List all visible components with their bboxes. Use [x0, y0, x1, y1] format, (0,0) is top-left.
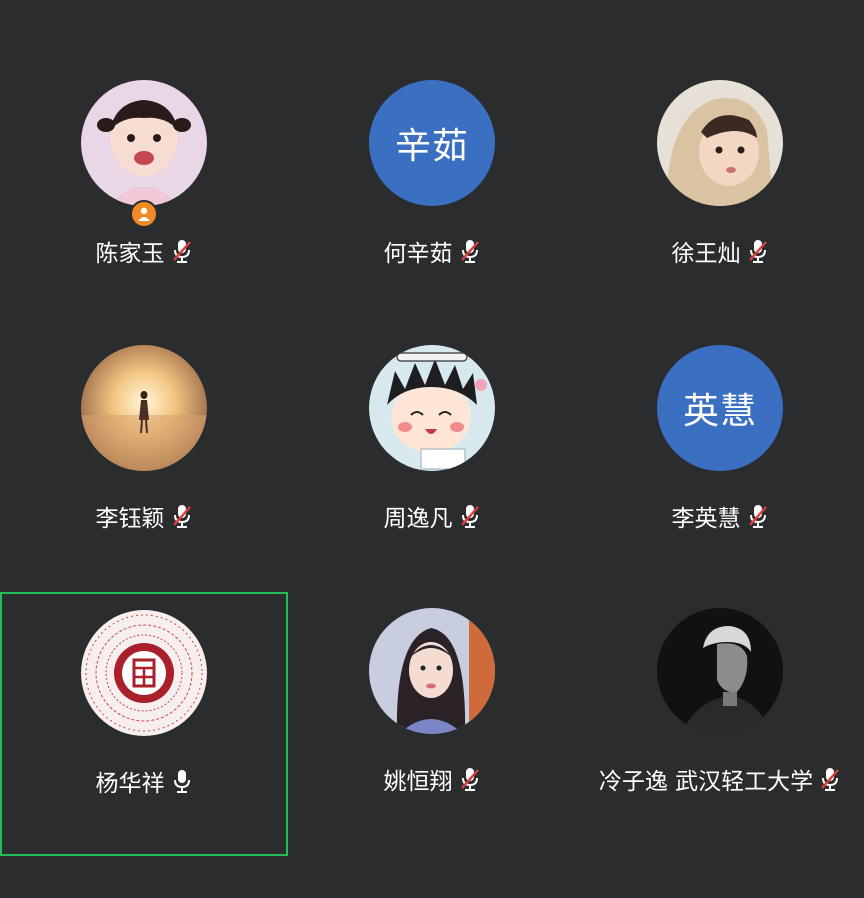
- seal-emblem-avatar: [81, 610, 207, 736]
- mic-muted-icon[interactable]: [747, 503, 769, 529]
- woman-photo-avatar: [369, 608, 495, 734]
- participant-name: 李钰颖: [95, 506, 165, 532]
- text-avatar: 英慧: [657, 345, 783, 471]
- participant-name-row: 周逸凡: [288, 499, 576, 533]
- host-badge-icon: [130, 200, 158, 228]
- mic-muted-icon[interactable]: [171, 238, 193, 264]
- participant-grid: 陈家玉 辛茹 何辛茹 徐王灿 李钰颖 周逸凡 英慧 李英慧 杨华祥 姚恒翔 冷子…: [0, 0, 864, 898]
- participant-name-row: 何辛茹: [288, 234, 576, 268]
- participant-tile[interactable]: 英慧 李英慧: [576, 345, 864, 609]
- cartoon-girl-avatar: [369, 345, 495, 471]
- mic-muted-icon[interactable]: [459, 238, 481, 264]
- participant-name: 冷子逸 武汉轻工大学: [598, 769, 814, 795]
- participant-name-row: 陈家玉: [0, 234, 288, 268]
- mic-muted-icon[interactable]: [747, 238, 769, 264]
- participant-tile[interactable]: 徐王灿: [576, 80, 864, 344]
- participant-name: 何辛茹: [383, 241, 453, 267]
- participant-name: 杨华祥: [95, 771, 165, 797]
- sunset-silhouette-avatar: [81, 345, 207, 471]
- participant-tile[interactable]: 李钰颖: [0, 345, 288, 609]
- participant-name-row: 李英慧: [576, 499, 864, 533]
- participant-name-row: 李钰颖: [0, 499, 288, 533]
- mic-muted-icon[interactable]: [459, 503, 481, 529]
- participant-name-row: 徐王灿: [576, 234, 864, 268]
- participant-name: 周逸凡: [383, 506, 453, 532]
- man-monochrome-avatar: [657, 608, 783, 734]
- participant-tile[interactable]: 周逸凡: [288, 345, 576, 609]
- participant-tile[interactable]: 冷子逸 武汉轻工大学: [576, 608, 864, 872]
- mic-on-icon[interactable]: [171, 768, 193, 794]
- girl-photo-avatar: [81, 80, 207, 206]
- child-photo-avatar: [657, 80, 783, 206]
- participant-name-row: 杨华祥: [0, 764, 288, 798]
- participant-tile[interactable]: 陈家玉: [0, 80, 288, 344]
- participant-name: 李英慧: [671, 506, 741, 532]
- mic-muted-icon[interactable]: [819, 766, 841, 792]
- text-avatar: 辛茹: [369, 80, 495, 206]
- mic-muted-icon[interactable]: [171, 503, 193, 529]
- participant-name-row: 冷子逸 武汉轻工大学: [568, 762, 864, 796]
- mic-muted-icon[interactable]: [459, 766, 481, 792]
- participant-name: 陈家玉: [95, 241, 165, 267]
- participant-tile[interactable]: 辛茹 何辛茹: [288, 80, 576, 344]
- participant-tile[interactable]: 姚恒翔: [288, 608, 576, 872]
- participant-name-row: 姚恒翔: [288, 762, 576, 796]
- participant-tile-active-speaker[interactable]: 杨华祥: [0, 592, 288, 856]
- participant-name: 姚恒翔: [383, 769, 453, 795]
- participant-name: 徐王灿: [671, 241, 741, 267]
